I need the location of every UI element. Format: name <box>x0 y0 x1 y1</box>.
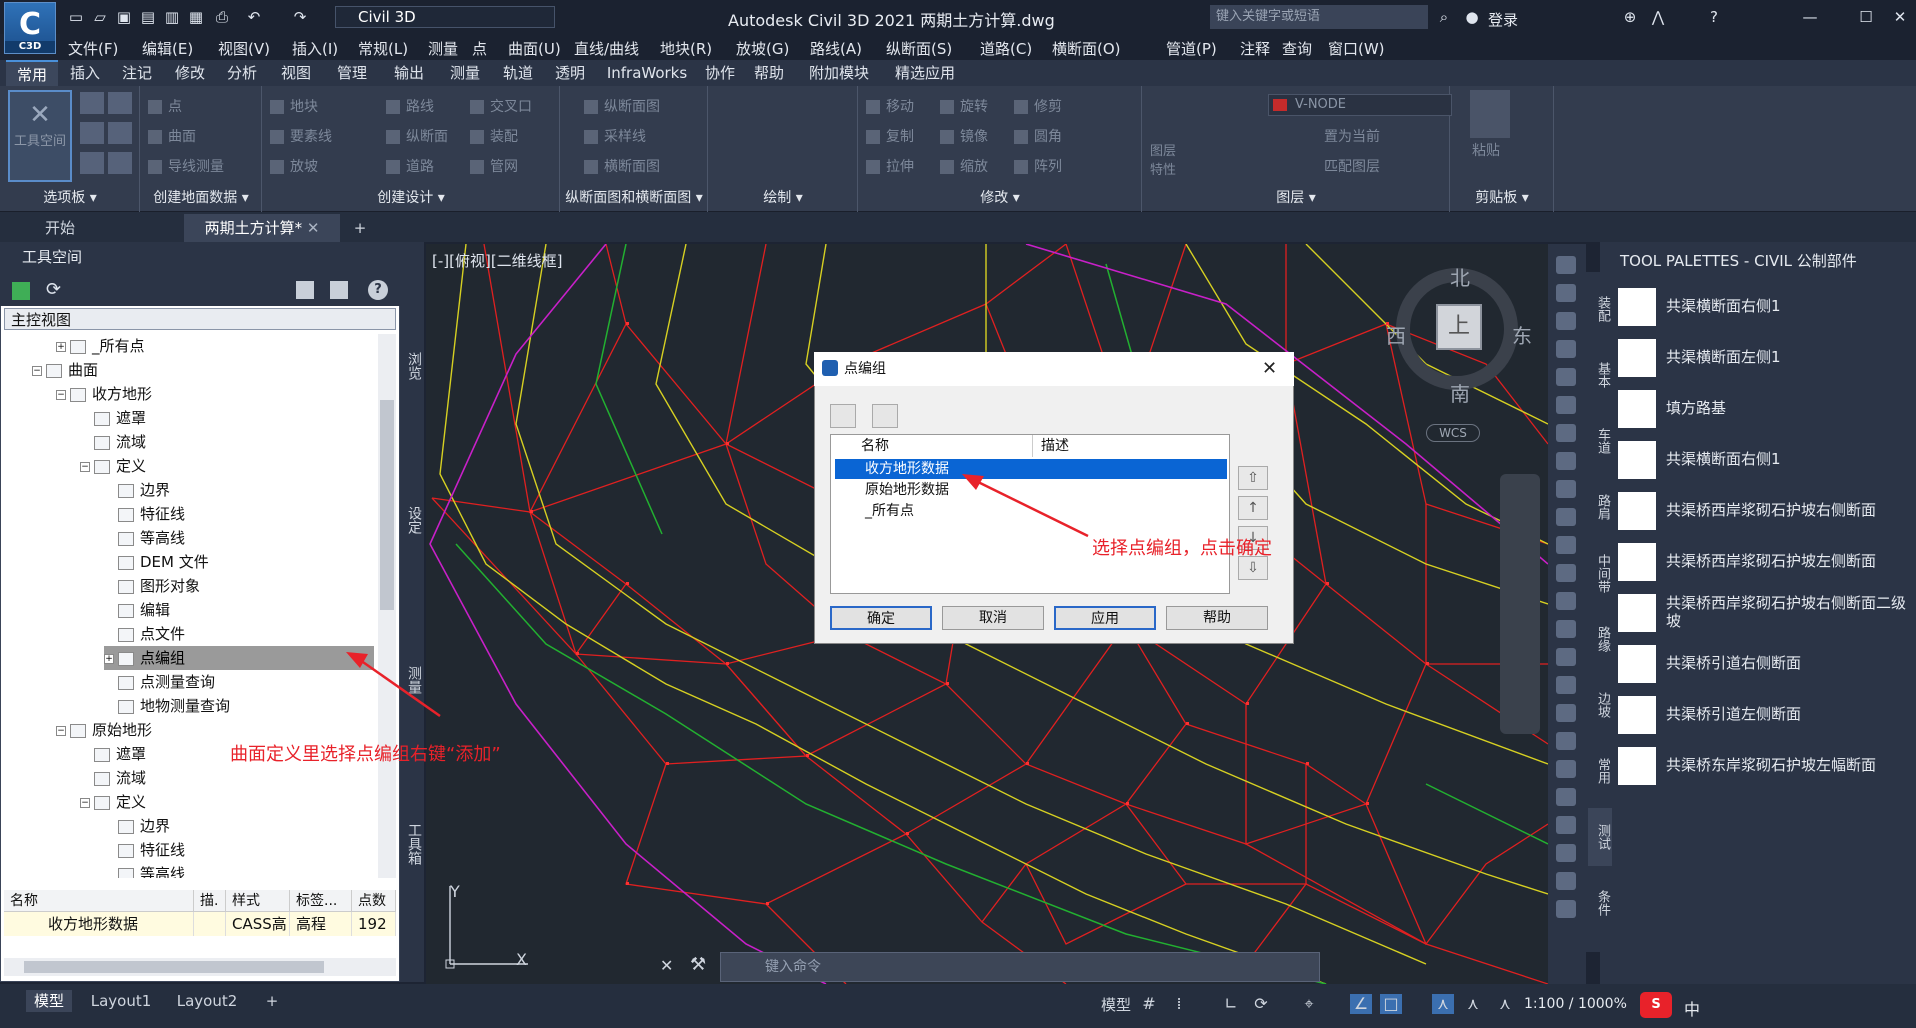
tool-strip-icon[interactable] <box>1556 424 1576 442</box>
palette-tab[interactable]: 路缘 <box>1588 610 1612 668</box>
palette-tool[interactable]: 共渠桥东岸浆砌石护坡左幅断面 <box>1618 741 1916 789</box>
tab-layout2[interactable]: Layout2 <box>174 990 240 1012</box>
tool-strip-icon[interactable] <box>1556 508 1576 526</box>
tool-label: 共渠桥西岸浆砌石护坡右侧断面二级坡 <box>1666 594 1907 630</box>
tool-label: 填方路基 <box>1666 399 1727 417</box>
tool-strip-icon[interactable] <box>1556 368 1576 386</box>
tool-thumbnail <box>1618 543 1656 581</box>
otrack-icon[interactable]: ∠ <box>1350 994 1372 1014</box>
osnap-icon[interactable]: ⌖ <box>1298 994 1320 1014</box>
tool-thumbnail <box>1618 288 1656 326</box>
add-layout-icon[interactable]: + <box>262 990 282 1012</box>
tool-thumbnail <box>1618 747 1656 785</box>
tool-strip-icon[interactable] <box>1556 788 1576 806</box>
snap-icon[interactable]: ⁞ <box>1168 994 1190 1014</box>
tool-strip-icon[interactable] <box>1556 396 1576 414</box>
tool-label: 共渠桥引道右侧断面 <box>1666 654 1802 672</box>
tool-strip-icon[interactable] <box>1556 592 1576 610</box>
tool-strip-icon[interactable] <box>1556 340 1576 358</box>
palette-tool[interactable]: 填方路基 <box>1618 384 1916 432</box>
polar-icon[interactable]: ⟳ <box>1250 994 1272 1014</box>
ime-logo-icon[interactable]: S <box>1640 992 1672 1018</box>
tool-strip-icon[interactable] <box>1556 620 1576 638</box>
tool-label: 共渠桥引道左侧断面 <box>1666 705 1802 723</box>
annotation-scale-icon[interactable]: ⋏ <box>1432 994 1454 1014</box>
palette-tool[interactable]: 共渠横断面左侧1 <box>1618 333 1916 381</box>
tool-thumbnail <box>1618 492 1656 530</box>
tool-thumbnail <box>1618 645 1656 683</box>
palette-tab[interactable]: 测试 <box>1588 808 1612 866</box>
tool-strip-icon[interactable] <box>1556 872 1576 890</box>
palette-tab[interactable]: 常用 <box>1588 742 1612 800</box>
tool-label: 共渠桥西岸浆砌石护坡右侧断面 <box>1666 501 1877 519</box>
palette-tab[interactable]: 中间带 <box>1588 544 1612 602</box>
annotation-scale[interactable]: 1:100 / 1000% <box>1524 996 1627 1012</box>
annotation-select-group: 选择点编组，点击确定 <box>1092 538 1272 559</box>
tool-thumbnail <box>1618 441 1656 479</box>
palette-tab[interactable]: 条件 <box>1588 874 1612 932</box>
palette-tab[interactable]: 装配 <box>1588 280 1612 338</box>
tool-strip-icon[interactable] <box>1556 564 1576 582</box>
tool-strip-icon[interactable] <box>1556 312 1576 330</box>
tool-label: 共渠横断面右侧1 <box>1666 297 1781 315</box>
palette-tab[interactable]: 边坡 <box>1588 676 1612 734</box>
tool-strip-icon[interactable] <box>1556 816 1576 834</box>
ime-language[interactable]: 中 <box>1684 996 1700 1020</box>
annotation-add-group: 曲面定义里选择点编组右键“添加” <box>230 744 501 765</box>
tool-label: 共渠横断面左侧1 <box>1666 348 1781 366</box>
palette-tool[interactable]: 共渠桥西岸浆砌石护坡右侧断面 <box>1618 486 1916 534</box>
tool-thumbnail <box>1618 696 1656 734</box>
palette-tool[interactable]: 共渠横断面右侧1 <box>1618 435 1916 483</box>
ortho-icon[interactable]: ∟ <box>1220 994 1242 1014</box>
tool-thumbnail <box>1618 594 1656 632</box>
tool-thumbnail <box>1618 390 1656 428</box>
tool-thumbnail <box>1618 339 1656 377</box>
tool-strip-icon[interactable] <box>1556 452 1576 470</box>
palette-title: TOOL PALETTES - CIVIL 公制部件 <box>1620 252 1857 270</box>
auto-scale-icon[interactable]: ⋏ <box>1494 994 1516 1014</box>
tool-strip-icon[interactable] <box>1556 704 1576 722</box>
palette-tab[interactable]: 路肩 <box>1588 478 1612 536</box>
dynamic-ucs-icon[interactable]: □ <box>1380 994 1402 1014</box>
tool-strip-icon[interactable] <box>1556 648 1576 666</box>
palette-tab[interactable]: 基本 <box>1588 346 1612 404</box>
tool-strip-icon[interactable] <box>1556 732 1576 750</box>
model-space-toggle[interactable]: 模型 <box>1098 994 1134 1016</box>
tool-label: 共渠桥西岸浆砌石护坡左侧断面 <box>1666 552 1877 570</box>
palette-tool[interactable]: 共渠桥西岸浆砌石护坡左侧断面 <box>1618 537 1916 585</box>
annotation-visibility-icon[interactable]: ⋏ <box>1462 994 1484 1014</box>
palette-tool[interactable]: 共渠桥引道左侧断面 <box>1618 690 1916 738</box>
grid-icon[interactable]: # <box>1138 994 1160 1014</box>
tab-model[interactable]: 模型 <box>26 990 72 1012</box>
tool-strip-icon[interactable] <box>1556 844 1576 862</box>
palette-tool[interactable]: 共渠横断面右侧1 <box>1618 282 1916 330</box>
tool-strip-icon[interactable] <box>1556 284 1576 302</box>
tool-strip-icon[interactable] <box>1556 480 1576 498</box>
tool-label: 共渠桥东岸浆砌石护坡左幅断面 <box>1666 756 1877 774</box>
tool-strip-icon[interactable] <box>1556 676 1576 694</box>
palette-tool[interactable]: 共渠桥引道右侧断面 <box>1618 639 1916 687</box>
tool-strip-icon[interactable] <box>1556 256 1576 274</box>
tool-strip-icon[interactable] <box>1556 900 1576 918</box>
tool-label: 共渠横断面右侧1 <box>1666 450 1781 468</box>
tool-strip-icon[interactable] <box>1556 760 1576 778</box>
palette-tool[interactable]: 共渠桥西岸浆砌石护坡右侧断面二级坡 <box>1618 588 1916 636</box>
palette-tab[interactable]: 车道 <box>1588 412 1612 470</box>
status-bar <box>0 984 1916 1028</box>
tab-layout1[interactable]: Layout1 <box>88 990 154 1012</box>
tool-strip-icon[interactable] <box>1556 536 1576 554</box>
